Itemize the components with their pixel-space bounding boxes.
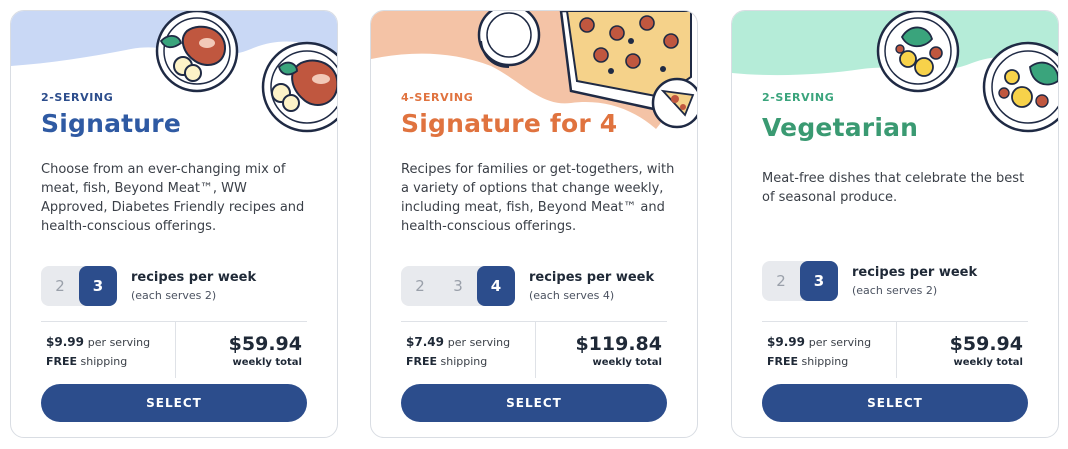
shipping-info: FREE shipping	[767, 355, 848, 368]
price-value: $9.99	[46, 335, 84, 349]
per-serving-label: per serving	[447, 336, 511, 349]
divider	[535, 322, 536, 378]
weekly-total-label: weekly total	[232, 357, 303, 368]
step-option-2[interactable]: 2	[41, 266, 79, 306]
plan-title: Signature	[41, 109, 181, 138]
select-button[interactable]: SELECT	[762, 384, 1028, 422]
recipes-stepper: 2 3 4	[401, 266, 515, 306]
step-option-4[interactable]: 4	[477, 266, 515, 306]
serves-label: (each serves 4)	[529, 289, 615, 302]
select-button[interactable]: SELECT	[401, 384, 667, 422]
per-serving-label: per serving	[808, 336, 872, 349]
weekly-total-value: $59.94	[228, 333, 302, 355]
step-option-3[interactable]: 3	[800, 261, 838, 301]
recipes-per-week-label: recipes per week	[852, 265, 978, 280]
step-option-2[interactable]: 2	[762, 261, 800, 301]
weekly-total-value: $59.94	[949, 333, 1023, 355]
price-value: $9.99	[767, 335, 805, 349]
plan-card-signature-for-4: 4-SERVING Signature for 4 Recipes for fa…	[370, 10, 698, 438]
shipping-info: FREE shipping	[46, 355, 127, 368]
serves-label: (each serves 2)	[852, 284, 938, 297]
plan-title: Signature for 4	[401, 109, 618, 138]
divider	[896, 322, 897, 378]
plan-description: Choose from an ever-changing mix of meat…	[41, 162, 305, 234]
recipes-per-week-label: recipes per week	[529, 270, 655, 285]
weekly-total-label: weekly total	[592, 357, 663, 368]
divider	[762, 321, 1028, 322]
per-serving-label: per serving	[87, 336, 151, 349]
free-label: FREE	[767, 355, 799, 368]
shipping-label: shipping	[440, 355, 488, 368]
weekly-total-value: $119.84	[575, 333, 662, 355]
serving-tag: 2-SERVING	[762, 91, 835, 104]
plan-card-vegetarian: 2-SERVING Vegetarian Meat-free dishes th…	[731, 10, 1059, 438]
weekly-total-label: weekly total	[953, 357, 1024, 368]
free-label: FREE	[46, 355, 78, 368]
price-per-serving: $9.99 per serving	[46, 335, 150, 349]
plan-title: Vegetarian	[762, 113, 919, 142]
divider	[401, 321, 667, 322]
free-label: FREE	[406, 355, 438, 368]
shipping-label: shipping	[801, 355, 849, 368]
divider	[41, 321, 307, 322]
step-option-3[interactable]: 3	[79, 266, 117, 306]
divider	[175, 322, 176, 378]
plan-description: Recipes for families or get-togethers, w…	[401, 162, 675, 234]
price-per-serving: $9.99 per serving	[767, 335, 871, 349]
recipes-stepper: 2 3	[41, 266, 117, 306]
price-per-serving: $7.49 per serving	[406, 335, 510, 349]
select-button[interactable]: SELECT	[41, 384, 307, 422]
step-option-2[interactable]: 2	[401, 266, 439, 306]
recipes-stepper: 2 3	[762, 261, 838, 301]
price-value: $7.49	[406, 335, 444, 349]
step-option-3[interactable]: 3	[439, 266, 477, 306]
plan-description: Meat-free dishes that celebrate the best…	[762, 171, 1025, 205]
shipping-info: FREE shipping	[406, 355, 487, 368]
shipping-label: shipping	[80, 355, 128, 368]
plan-card-signature: 2-SERVING Signature Choose from an ever-…	[10, 10, 338, 438]
serving-tag: 2-SERVING	[41, 91, 114, 104]
serves-label: (each serves 2)	[131, 289, 217, 302]
recipes-per-week-label: recipes per week	[131, 270, 257, 285]
serving-tag: 4-SERVING	[401, 91, 474, 104]
